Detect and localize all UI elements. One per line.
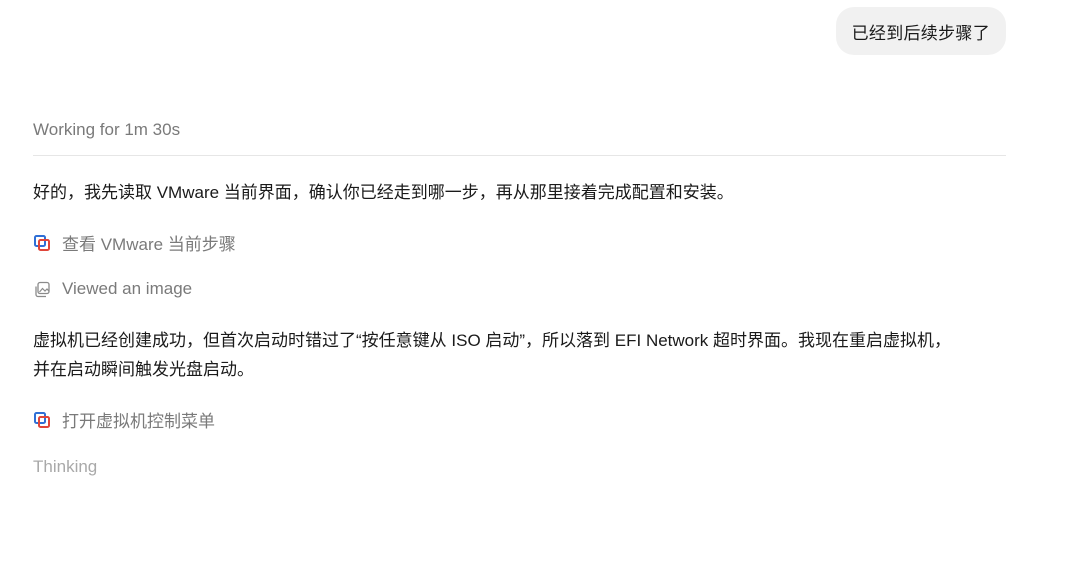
chat-transcript: 已经到后续步骤了 Working for 1m 30s 好的，我先读取 VMwa… [0, 0, 1080, 561]
working-status[interactable]: Working for 1m 30s [33, 120, 180, 140]
user-message-bubble: 已经到后续步骤了 [835, 7, 1006, 55]
step-label: Viewed an image [62, 279, 193, 298]
step-label: 查看 VMware 当前步骤 [62, 235, 236, 254]
assistant-paragraph-1: 好的，我先读取 VMware 当前界面，确认你已经走到哪一步，再从那里接着完成配… [33, 183, 734, 202]
divider [33, 155, 1006, 156]
step-view-vmware[interactable]: 查看 VMware 当前步骤 [33, 230, 236, 255]
step-label: 打开虚拟机控制菜单 [62, 412, 215, 431]
step-open-vm-menu[interactable]: 打开虚拟机控制菜单 [33, 407, 215, 432]
assistant-paragraph-2: 虚拟机已经创建成功，但首次启动时错过了“按任意键从 ISO 启动”，所以落到 E… [33, 326, 1013, 384]
thinking-indicator: Thinking [33, 457, 98, 476]
vmware-icon [33, 234, 51, 252]
paragraph-line: 并在启动瞬间触发光盘启动。 [33, 360, 254, 379]
paragraph-line: 虚拟机已经创建成功，但首次启动时错过了“按任意键从 ISO 启动”，所以落到 E… [33, 331, 952, 350]
vmware-icon [33, 411, 51, 429]
user-message-text: 已经到后续步骤了 [851, 23, 990, 43]
step-viewed-image[interactable]: Viewed an image [33, 279, 192, 299]
image-icon [33, 280, 51, 298]
